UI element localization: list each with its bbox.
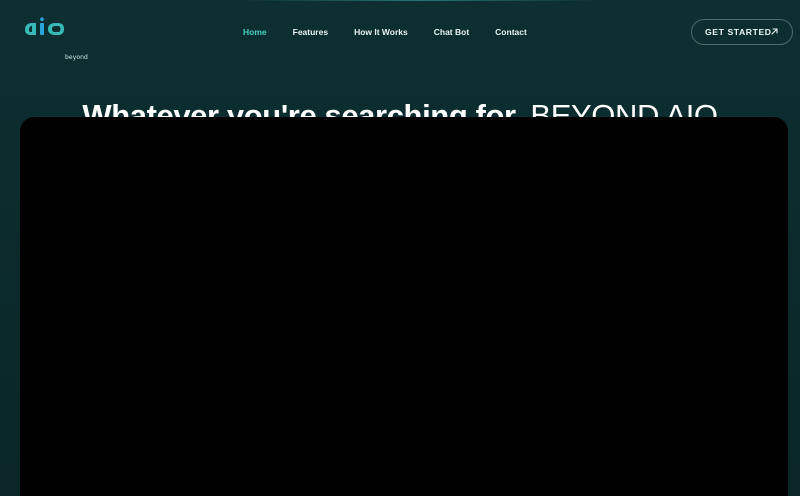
nav-item-contact[interactable]: Contact <box>495 27 527 37</box>
nav-item-chat-bot[interactable]: Chat Bot <box>434 27 469 37</box>
get-started-button[interactable]: GET STARTED <box>691 19 793 45</box>
nav-item-features[interactable]: Features <box>293 27 328 37</box>
logo-subtext: beyond <box>65 54 88 61</box>
nav-item-home[interactable]: Home <box>243 27 267 37</box>
nav-item-how-it-works[interactable]: How It Works <box>354 27 408 37</box>
logo-wordmark-icon <box>25 17 64 35</box>
arrow-up-right-icon <box>771 28 778 35</box>
page: beyond Home Features How It Works Chat B… <box>0 0 800 496</box>
logo[interactable]: beyond <box>22 17 88 61</box>
main-nav: Home Features How It Works Chat Bot Cont… <box>236 24 527 40</box>
get-started-label: GET STARTED <box>705 27 772 37</box>
video-panel[interactable] <box>20 117 788 496</box>
site-header: beyond Home Features How It Works Chat B… <box>0 0 800 64</box>
